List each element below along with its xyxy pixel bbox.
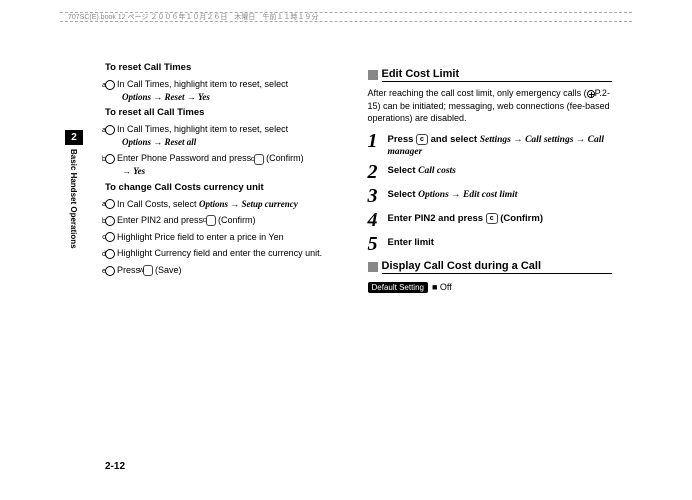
step-text: (Confirm) <box>216 215 256 225</box>
step-text: Enter PIN2 and press <box>117 215 206 225</box>
step-path: Options → Setup currency <box>199 199 298 209</box>
numbered-step: 2 Select Call costs <box>368 162 613 182</box>
section-title-text: Edit Cost Limit <box>382 68 613 82</box>
step-text: Highlight Currency field and enter the c… <box>117 248 322 258</box>
section-display-call-cost: Display Call Cost during a Call <box>368 260 613 274</box>
step-number-icon: 1 <box>368 131 384 151</box>
heading-reset-all-call-times: To reset all Call Times <box>105 107 350 118</box>
step-bullet-icon: a <box>105 80 115 90</box>
step: aIn Call Times, highlight item to reset,… <box>105 78 350 103</box>
step-text: In Call Times, highlight item to reset, … <box>117 79 288 89</box>
heading-change-currency: To change Call Costs currency unit <box>105 182 350 193</box>
step-content: Press c and select Settings → Call setti… <box>388 131 613 159</box>
step-bullet-icon: a <box>105 125 115 135</box>
step: aIn Call Costs, select Options → Setup c… <box>105 198 350 211</box>
numbered-step: 5 Enter limit <box>368 234 613 254</box>
default-setting-badge: Default Setting <box>368 282 428 293</box>
step-path: → Yes <box>122 166 145 176</box>
section-paragraph: After reaching the call cost limit, only… <box>368 87 613 125</box>
step: cHighlight Price field to enter a price … <box>105 231 350 244</box>
section-bullet-icon <box>368 70 378 80</box>
numbered-step: 4 Enter PIN2 and press c (Confirm) <box>368 210 613 230</box>
step-text: Press <box>388 134 417 145</box>
right-column: Edit Cost Limit After reaching the call … <box>368 62 613 293</box>
step-bullet-icon: e <box>105 266 115 276</box>
step-text: Select <box>388 165 419 176</box>
step-number-icon: 4 <box>368 210 384 230</box>
step-bullet-icon: a <box>105 199 115 209</box>
section-title-text: Display Call Cost during a Call <box>382 260 613 274</box>
step: bEnter PIN2 and press c (Confirm) <box>105 214 350 227</box>
page-body: To reset Call Times aIn Call Times, high… <box>105 62 612 293</box>
step-text: Enter limit <box>388 237 434 248</box>
page-number: 2-12 <box>105 461 125 472</box>
step-content: Enter limit <box>388 234 613 249</box>
softkey-icon: c <box>254 154 264 165</box>
step: aIn Call Times, highlight item to reset,… <box>105 123 350 148</box>
step-path: Options → Reset → Yes <box>122 92 210 102</box>
para-text: After reaching the call cost limit, only… <box>368 88 587 98</box>
numbered-step: 3 Select Options → Edit cost limit <box>368 186 613 206</box>
step-bullet-icon: b <box>105 216 115 226</box>
cross-ref-icon <box>587 90 595 98</box>
step-text: (Save) <box>153 265 182 275</box>
step-content: Enter PIN2 and press c (Confirm) <box>388 210 613 225</box>
step-text: In Call Costs, select <box>117 199 199 209</box>
default-setting-value: ■ Off <box>432 282 452 292</box>
step-text: Enter PIN2 and press <box>388 214 486 225</box>
page-header-meta: 707SC(E).book 12 ページ ２００６年１０月２６日 木曜日 午前１… <box>60 12 632 22</box>
step-path: Options → Edit cost limit <box>418 190 517 200</box>
chapter-number: 2 <box>65 130 83 145</box>
default-setting-row: Default Setting ■ Off <box>368 282 613 293</box>
step-text: (Confirm) <box>498 214 543 225</box>
section-bullet-icon <box>368 262 378 272</box>
step-path: Options → Reset all <box>122 137 196 147</box>
step-bullet-icon: b <box>105 154 115 164</box>
step-bullet-icon: c <box>105 232 115 242</box>
chapter-label: Basic Handset Operations <box>65 145 82 253</box>
softkey-icon: c <box>486 213 498 224</box>
step-text: Select <box>388 189 419 200</box>
step: dHighlight Currency field and enter the … <box>105 247 350 260</box>
left-column: To reset Call Times aIn Call Times, high… <box>105 62 350 293</box>
step-text: Enter Phone Password and press <box>117 153 254 163</box>
chapter-tab: 2 Basic Handset Operations <box>65 130 83 253</box>
step-number-icon: 5 <box>368 234 384 254</box>
step: bEnter Phone Password and press c (Confi… <box>105 152 350 177</box>
para-text: ) can be initiated; messaging, web conne… <box>368 101 610 124</box>
step: ePress w (Save) <box>105 264 350 277</box>
heading-reset-call-times: To reset Call Times <box>105 62 350 73</box>
softkey-icon: c <box>206 215 216 226</box>
step-content: Select Call costs <box>388 162 613 177</box>
step-bullet-icon: d <box>105 249 115 259</box>
softkey-icon: w <box>143 265 153 276</box>
step-number-icon: 3 <box>368 186 384 206</box>
step-text: (Confirm) <box>264 153 304 163</box>
step-content: Select Options → Edit cost limit <box>388 186 613 201</box>
section-edit-cost-limit: Edit Cost Limit <box>368 68 613 82</box>
step-number-icon: 2 <box>368 162 384 182</box>
numbered-step: 1 Press c and select Settings → Call set… <box>368 131 613 159</box>
step-text: and select <box>428 134 480 145</box>
softkey-icon: c <box>416 134 428 145</box>
step-text: Highlight Price field to enter a price i… <box>117 232 284 242</box>
step-text: In Call Times, highlight item to reset, … <box>117 124 288 134</box>
step-path: Call costs <box>418 166 456 176</box>
